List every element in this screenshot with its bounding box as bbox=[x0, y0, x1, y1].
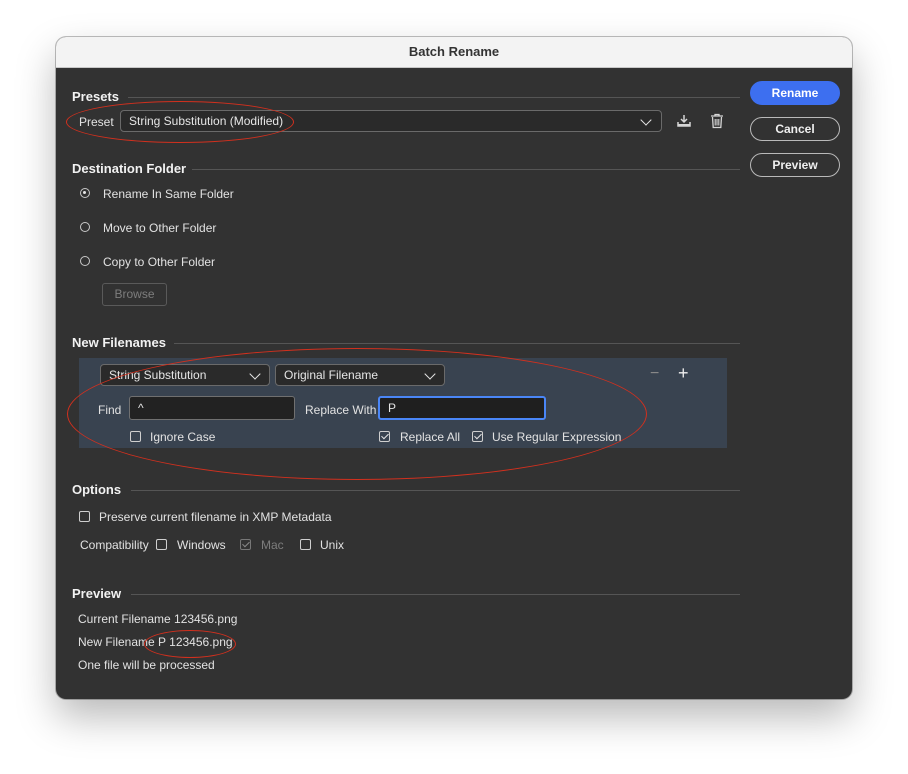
new-filename-value: P 123456.png bbox=[158, 635, 233, 649]
options-heading: Options bbox=[72, 482, 122, 497]
compat-mac-label: Mac bbox=[261, 538, 284, 552]
replace-with-input[interactable]: P bbox=[378, 396, 546, 420]
browse-button[interactable]: Browse bbox=[102, 283, 167, 306]
rule-type-value: String Substitution bbox=[109, 368, 207, 382]
batch-rename-dialog: Batch Rename Rename Cancel Preview Prese… bbox=[56, 37, 852, 699]
radio-rename-same-folder[interactable] bbox=[80, 188, 90, 198]
radio-move-other-folder[interactable] bbox=[80, 222, 90, 232]
rule-source-dropdown[interactable]: Original Filename bbox=[275, 364, 445, 386]
new-filenames-heading: New Filenames bbox=[72, 335, 166, 350]
options-divider bbox=[131, 490, 740, 491]
preset-dropdown-value: String Substitution (Modified) bbox=[129, 114, 284, 128]
presets-divider bbox=[128, 97, 740, 98]
use-regex-checkbox[interactable] bbox=[472, 431, 483, 442]
preview-divider bbox=[131, 594, 740, 595]
compat-unix-checkbox[interactable] bbox=[300, 539, 311, 550]
add-rule-button[interactable]: + bbox=[678, 363, 689, 384]
preserve-filename-label: Preserve current filename in XMP Metadat… bbox=[99, 510, 332, 524]
use-regex-label: Use Regular Expression bbox=[492, 430, 622, 444]
current-filename: Current Filename 123456.png bbox=[78, 612, 238, 626]
radio-label-rename-same-folder: Rename In Same Folder bbox=[103, 187, 234, 201]
compat-windows-checkbox[interactable] bbox=[156, 539, 167, 550]
replace-all-checkbox[interactable] bbox=[379, 431, 390, 442]
destination-divider bbox=[192, 169, 740, 170]
rule-type-dropdown[interactable]: String Substitution bbox=[100, 364, 270, 386]
radio-copy-other-folder[interactable] bbox=[80, 256, 90, 266]
chevron-down-icon bbox=[424, 368, 436, 380]
preview-heading: Preview bbox=[72, 586, 122, 601]
compat-unix-label: Unix bbox=[320, 538, 345, 552]
preset-label: Preset bbox=[79, 115, 114, 129]
destination-heading: Destination Folder bbox=[72, 161, 187, 176]
find-input[interactable]: ^ bbox=[129, 396, 295, 420]
window-title: Batch Rename bbox=[56, 37, 852, 68]
chevron-down-icon bbox=[640, 114, 652, 126]
rename-button[interactable]: Rename bbox=[750, 81, 840, 105]
remove-rule-button[interactable]: − bbox=[650, 365, 659, 383]
trash-icon[interactable] bbox=[710, 113, 724, 129]
files-processed-count: One file will be processed bbox=[78, 658, 215, 672]
preserve-filename-checkbox[interactable] bbox=[79, 511, 90, 522]
new-filenames-divider bbox=[174, 343, 740, 344]
new-filename-prefix: New Filename bbox=[78, 635, 159, 649]
presets-heading: Presets bbox=[72, 89, 119, 104]
compat-windows-label: Windows bbox=[177, 538, 226, 552]
preset-dropdown[interactable]: String Substitution (Modified) bbox=[120, 110, 662, 132]
radio-label-copy-other-folder: Copy to Other Folder bbox=[103, 255, 216, 269]
ignore-case-label: Ignore Case bbox=[150, 430, 216, 444]
compat-mac-checkbox bbox=[240, 539, 251, 550]
preview-button[interactable]: Preview bbox=[750, 153, 840, 177]
replace-with-label: Replace With bbox=[305, 403, 377, 417]
new-filename: New Filename P 123456.png bbox=[78, 635, 233, 649]
ignore-case-checkbox[interactable] bbox=[130, 431, 141, 442]
find-label: Find bbox=[98, 403, 122, 417]
chevron-down-icon bbox=[249, 368, 261, 380]
cancel-button[interactable]: Cancel bbox=[750, 117, 840, 141]
rule-source-value: Original Filename bbox=[284, 368, 379, 382]
save-preset-icon[interactable] bbox=[676, 113, 692, 129]
replace-all-label: Replace All bbox=[400, 430, 461, 444]
compatibility-label: Compatibility bbox=[80, 538, 149, 552]
radio-label-move-other-folder: Move to Other Folder bbox=[103, 221, 217, 235]
